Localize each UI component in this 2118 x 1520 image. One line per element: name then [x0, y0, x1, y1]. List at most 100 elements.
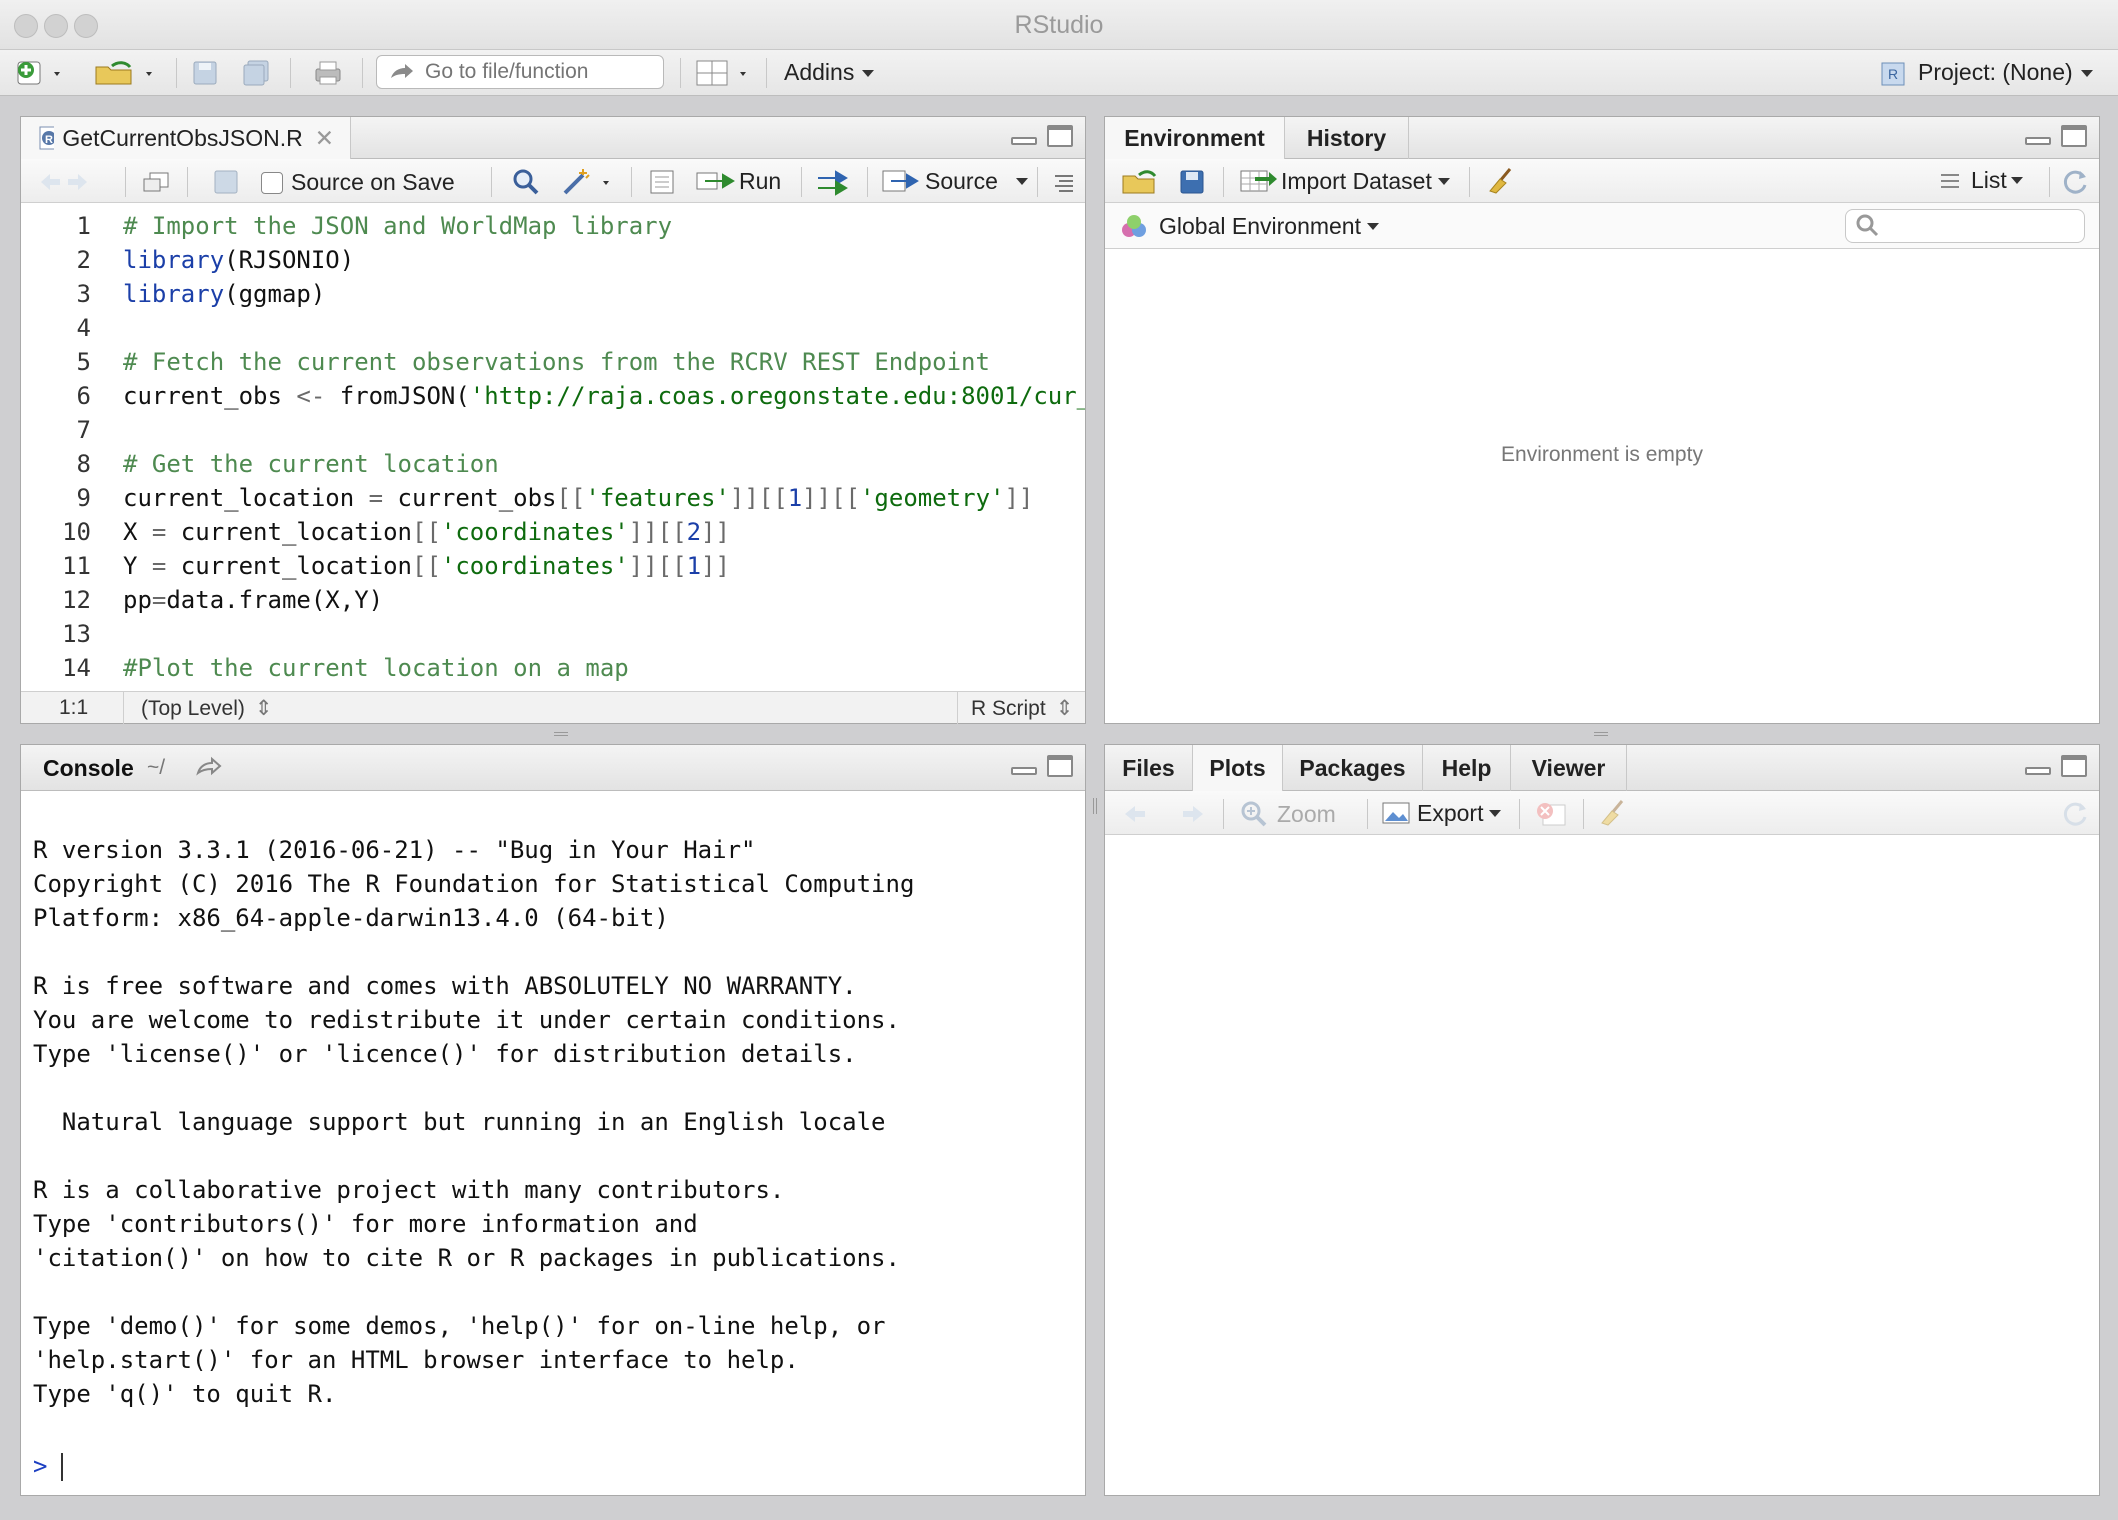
vertical-splitter[interactable]: [1086, 116, 1104, 1496]
updown-icon: ⇕: [1055, 697, 1074, 720]
close-tab-icon[interactable]: ✕: [315, 125, 334, 152]
zoom-icon: [1241, 801, 1267, 827]
rstudio-window: RStudio Addins R: [0, 0, 2118, 1520]
line-number: 14: [62, 654, 91, 681]
code-editor[interactable]: 1 # Import the JSON and WorldMap library 2…: [21, 203, 1085, 681]
filetype-selector[interactable]: R Script ⇕: [971, 696, 1073, 721]
chevron-down-icon[interactable]: [1015, 177, 1028, 185]
main-toolbar: Addins R Project: (None): [0, 50, 2118, 96]
print-icon: [315, 61, 341, 85]
save-source-button[interactable]: [211, 169, 241, 195]
run-button[interactable]: Run: [695, 167, 781, 195]
code-line[interactable]: 10 X = current_location[['coordinates']][…: [21, 515, 1085, 549]
tab-environment[interactable]: Environment: [1105, 117, 1285, 159]
tab-environment-label: Environment: [1124, 124, 1265, 151]
tab-help[interactable]: Help: [1423, 745, 1511, 791]
code-line[interactable]: 9 current_location = current_obs[['featur…: [21, 481, 1085, 515]
code-line[interactable]: 2 library(RJSONIO): [21, 243, 1085, 277]
save-workspace-button[interactable]: [1175, 167, 1209, 197]
maximize-pane-button[interactable]: [2061, 755, 2087, 777]
plot-back-forward-buttons[interactable]: [1119, 801, 1209, 827]
minimize-pane-button[interactable]: [1011, 137, 1037, 145]
code-line[interactable]: 11 Y = current_location[['coordinates']][…: [21, 549, 1085, 583]
clear-plots-button[interactable]: [1597, 797, 1631, 829]
zoom-button[interactable]: Zoom: [1239, 799, 1336, 829]
addins-label: Addins: [784, 59, 855, 85]
go-to-file-input[interactable]: [425, 60, 645, 84]
code-line[interactable]: 14 #Plot the current location on a map: [21, 651, 1085, 681]
compile-report-button[interactable]: [645, 169, 679, 195]
rerun-button[interactable]: [813, 167, 855, 197]
source-on-save-checkbox[interactable]: Source on Save: [261, 169, 455, 196]
tab-history[interactable]: History: [1285, 117, 1409, 159]
minimize-pane-button[interactable]: [2025, 137, 2051, 145]
code-line[interactable]: 5 # Fetch the current observations from t…: [21, 345, 1085, 379]
maximize-pane-button[interactable]: [1047, 755, 1073, 777]
back-forward-buttons[interactable]: [37, 169, 87, 195]
go-to-file-field[interactable]: [376, 55, 664, 89]
console-prompt-line[interactable]: >: [33, 1449, 1073, 1483]
refresh-environment-button[interactable]: [2059, 167, 2093, 197]
code-line[interactable]: 1 # Import the JSON and WorldMap library: [21, 209, 1085, 243]
open-file-button[interactable]: [92, 58, 164, 88]
load-workspace-button[interactable]: [1119, 167, 1159, 197]
save-button[interactable]: [188, 58, 222, 88]
source-arrow-icon: [882, 170, 919, 192]
maximize-pane-button[interactable]: [2061, 125, 2087, 147]
maximize-pane-button[interactable]: [1047, 125, 1073, 147]
save-icon: [214, 170, 238, 194]
environment-search-field[interactable]: [1845, 209, 2085, 243]
new-file-button[interactable]: [14, 58, 66, 88]
environment-pane: Environment History Import Dataset List …: [1104, 116, 2100, 724]
document-outline-button[interactable]: [1049, 169, 1079, 195]
global-environment-menu[interactable]: Global Environment: [1119, 212, 1379, 240]
view-mode-menu[interactable]: List: [1937, 167, 2023, 194]
minimize-pane-button[interactable]: [2025, 767, 2051, 775]
go-to-directory-button[interactable]: [193, 753, 223, 781]
minimize-pane-button[interactable]: [1011, 767, 1037, 775]
print-button[interactable]: [310, 58, 346, 88]
export-menu[interactable]: Export: [1381, 799, 1502, 827]
code-line[interactable]: 13: [21, 617, 1085, 651]
code-line[interactable]: 6 current_obs <- fromJSON('http://raja.co…: [21, 379, 1085, 413]
code-text: current_location = current_obs[['feature…: [123, 484, 1034, 512]
console-line: Type 'q()' to quit R.: [33, 1380, 337, 1408]
code-line[interactable]: 3 library(ggmap): [21, 277, 1085, 311]
console-header: Console ~/: [21, 745, 1085, 791]
tab-plots[interactable]: Plots: [1193, 745, 1283, 791]
code-tools-button[interactable]: [561, 167, 617, 197]
code-line[interactable]: 12 pp=data.frame(X,Y): [21, 583, 1085, 617]
console-output[interactable]: R version 3.3.1 (2016-06-21) -- "Bug in …: [21, 791, 1085, 1495]
rerun-icon: [818, 170, 848, 196]
tab-source-file[interactable]: R GetCurrentObsJSON.R ✕: [21, 117, 351, 159]
project-label: Project: (None): [1918, 59, 2073, 85]
chevron-down-icon: [2080, 70, 2093, 78]
scope-selector[interactable]: (Top Level) ⇕: [141, 696, 273, 721]
right-pane-splitter[interactable]: [1104, 724, 2100, 744]
refresh-plots-button[interactable]: [2059, 799, 2093, 829]
code-line[interactable]: 4: [21, 311, 1085, 345]
clear-workspace-button[interactable]: [1485, 165, 1519, 197]
source-button[interactable]: Source: [881, 167, 1028, 195]
code-text: #Plot the current location on a map: [123, 654, 629, 681]
workspace-panes-button[interactable]: [694, 58, 756, 88]
checkbox[interactable]: [261, 171, 283, 194]
code-line[interactable]: 8 # Get the current location: [21, 447, 1085, 481]
save-all-button[interactable]: [240, 58, 274, 88]
tab-viewer[interactable]: Viewer: [1511, 745, 1627, 791]
left-pane-splitter[interactable]: [20, 724, 1086, 744]
show-in-window-button[interactable]: [139, 169, 173, 195]
editor-status-bar: 1:1 (Top Level) ⇕ R Script ⇕: [21, 691, 1085, 724]
import-dataset-button[interactable]: Import Dataset: [1239, 167, 1450, 195]
notebook-icon: [650, 170, 674, 194]
code-line[interactable]: 7: [21, 413, 1085, 447]
tab-packages[interactable]: Packages: [1283, 745, 1423, 791]
console-line: 'help.start()' for an HTML browser inter…: [33, 1346, 799, 1374]
console-line: R is a collaborative project with many c…: [33, 1176, 785, 1204]
tab-files[interactable]: Files: [1105, 745, 1193, 791]
addins-menu[interactable]: Addins: [784, 59, 875, 86]
code-text: pp=data.frame(X,Y): [123, 586, 384, 614]
project-menu[interactable]: Project: (None): [1918, 59, 2093, 86]
remove-plot-button[interactable]: [1533, 799, 1571, 829]
find-replace-button[interactable]: [509, 167, 543, 197]
